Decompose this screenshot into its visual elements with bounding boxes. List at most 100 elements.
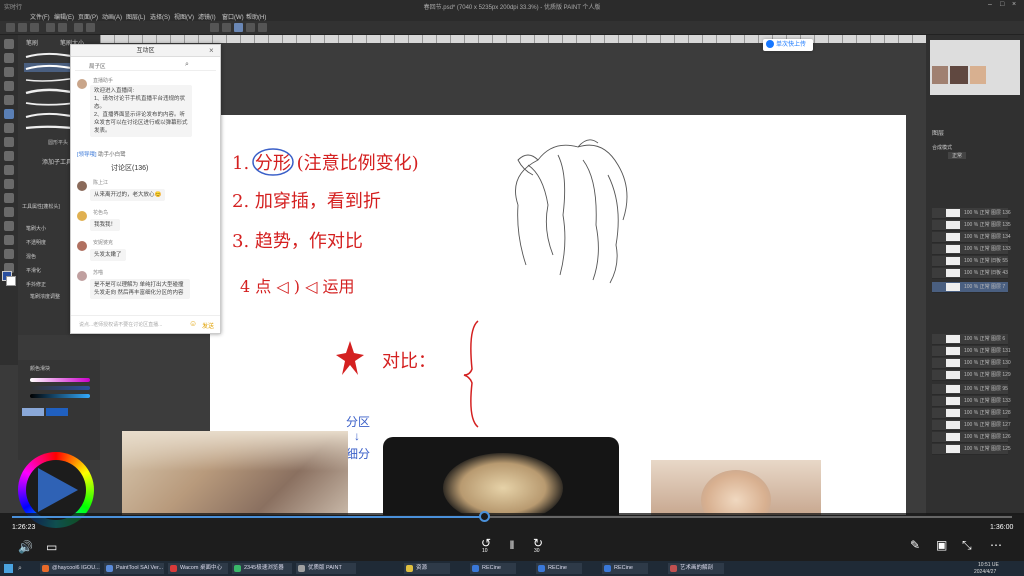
taskbar-item[interactable]: 艺术画的解剖 (668, 563, 724, 574)
blend-mode-select[interactable]: 正常 (948, 152, 967, 159)
menu-window[interactable]: 窗口(W) (222, 12, 244, 21)
taskbar-item[interactable]: 资源 (404, 563, 450, 574)
grid-snap-icon[interactable] (258, 23, 267, 32)
ruler-tick (730, 35, 731, 43)
chat-input[interactable]: 说点...老师授权请不要在讨论区直播... (79, 321, 162, 328)
layer-row[interactable]: 100 % 正常 图层 129 (932, 370, 1011, 381)
layer-row[interactable]: 100 % 正常 图层 130 (932, 358, 1011, 369)
undo-icon[interactable] (46, 23, 55, 32)
fullscreen-icon[interactable]: ⤡ (962, 538, 972, 553)
fill-tool-icon[interactable] (4, 193, 14, 203)
volume-icon[interactable]: 🔊 (18, 540, 33, 554)
layer-row[interactable]: 100 % 正常 图层 95 (932, 384, 1008, 395)
pen-tool-icon[interactable] (4, 109, 14, 119)
saturation-slider[interactable] (30, 386, 90, 390)
more-icon[interactable]: ⋯ (990, 538, 1002, 552)
new-file-icon[interactable] (6, 23, 15, 32)
layer-row[interactable]: 100 % 正常 图层 134 (932, 232, 1011, 243)
brush-tool-icon[interactable] (4, 137, 14, 147)
layer-row[interactable]: 100 % 正常 图层 125 (932, 444, 1011, 455)
layer-row[interactable]: 100 % 正常 图层 126 (932, 432, 1011, 443)
send-button[interactable]: 发送 (202, 321, 214, 330)
menu-edit[interactable]: 编辑(E) (54, 12, 74, 21)
fill-icon[interactable] (222, 23, 231, 32)
eyedropper-tool-icon[interactable] (4, 95, 14, 105)
layer-row[interactable]: 100 % 正常 图层 133 (932, 396, 1011, 407)
prev-color-swatch[interactable] (22, 408, 44, 416)
sub-color-swatch[interactable] (6, 276, 16, 286)
move-tool-icon[interactable] (4, 53, 14, 63)
layer-row[interactable]: 100 % 正常 图层 6 (932, 334, 1008, 345)
pip-icon[interactable]: ▣ (936, 538, 947, 552)
progress-knob[interactable] (479, 511, 490, 522)
airbrush-tool-icon[interactable] (4, 151, 14, 161)
layer-row[interactable]: 100 % 正常 图层 127 (932, 420, 1011, 431)
menu-page[interactable]: 页面(P) (78, 12, 98, 21)
menu-view[interactable]: 视图(V) (174, 12, 194, 21)
layer-row[interactable]: 100 % 正常 图层 136 (932, 208, 1011, 219)
zoom-tool-icon[interactable] (4, 39, 14, 49)
select-tool-icon[interactable] (4, 67, 14, 77)
search-icon[interactable]: ⌕ (18, 565, 22, 573)
layer-row[interactable]: 100 % 正常 旧板 43 (932, 268, 1008, 279)
gradient-tool-icon[interactable] (4, 207, 14, 217)
snap-icon[interactable] (234, 23, 243, 32)
redo-icon[interactable] (58, 23, 67, 32)
text-tool-icon[interactable] (4, 235, 14, 245)
transform-icon[interactable] (210, 23, 219, 32)
taskbar-item[interactable]: 优质版 PAINT (296, 563, 356, 574)
value-slider[interactable] (30, 394, 90, 398)
lasso-tool-icon[interactable] (4, 81, 14, 91)
ruler-snap-icon[interactable] (246, 23, 255, 32)
layer-row[interactable]: 100 % 正常 图层 128 (932, 408, 1011, 419)
layer-row[interactable]: 100 % 正常 图层 133 (932, 244, 1011, 255)
layer-row[interactable]: 100 % 正常 图层 131 (932, 346, 1011, 357)
taskbar-item[interactable]: 2345极速浏览器 (232, 563, 292, 574)
menu-animation[interactable]: 动画(A) (102, 12, 122, 21)
prop-size-label: 笔刷大小 (26, 226, 47, 232)
layer-row[interactable]: 100 % 正常 图层 135 (932, 220, 1011, 231)
hue-slider[interactable] (30, 378, 90, 382)
menu-filter[interactable]: 滤镜(I) (198, 12, 216, 21)
maximize-icon[interactable]: □ (1000, 1, 1004, 8)
upload-button[interactable]: 单次快上传 (763, 39, 813, 51)
navigator-preview[interactable] (930, 40, 1020, 95)
layer-row[interactable]: 100 % 正常 旧板 55 (932, 256, 1008, 267)
pen-icon[interactable]: ✎ (910, 538, 920, 552)
menu-layer[interactable]: 图层(L) (126, 12, 145, 21)
taskbar-item[interactable]: RECine (470, 563, 516, 574)
deselect-icon[interactable] (74, 23, 83, 32)
save-icon[interactable] (30, 23, 39, 32)
subtitle-icon[interactable]: ▭ (46, 540, 57, 554)
menu-select[interactable]: 选择(S) (150, 12, 170, 21)
close-icon[interactable]: × (1012, 1, 1016, 8)
minimize-icon[interactable]: – (988, 1, 992, 8)
drawing-canvas[interactable]: 1. 分形 (注意比例变化) 2. 加穿插，看到折 3. 趋势，作对比 4 点 … (122, 115, 906, 515)
ruler-tick (912, 35, 913, 43)
chat-message: 头发太嫩了 (90, 249, 126, 261)
taskbar-item[interactable]: Wacom 桌面中心 (168, 563, 228, 574)
color-triangle[interactable] (36, 466, 80, 514)
invert-selection-icon[interactable] (86, 23, 95, 32)
taskbar-item[interactable]: RECine (602, 563, 648, 574)
taskbar-item[interactable]: PaintTool SAI Ver... (104, 563, 164, 574)
layer-row-selected[interactable]: 100 % 正常 图层 7 (932, 282, 1008, 293)
pencil-tool-icon[interactable] (4, 123, 14, 133)
figure-tool-icon[interactable] (4, 221, 14, 231)
current-color-swatch[interactable] (46, 408, 68, 416)
menu-file[interactable]: 文件(F) (30, 12, 50, 21)
close-icon[interactable]: × (209, 46, 214, 55)
pause-icon[interactable]: ‖ (505, 538, 519, 552)
open-file-icon[interactable] (18, 23, 27, 32)
blend-tool-icon[interactable] (4, 179, 14, 189)
taskbar-item[interactable]: RECine (536, 563, 582, 574)
search-bar[interactable]: 局子区 ⌕ (75, 61, 216, 71)
add-subtool-button[interactable]: 添加子工具 (42, 157, 72, 166)
eraser-tool-icon[interactable] (4, 165, 14, 175)
taskbar-item[interactable]: @haycool6 IGOU... (40, 563, 100, 574)
start-icon[interactable] (4, 564, 13, 573)
subtool-tab-brush[interactable]: 笔刷 (26, 38, 38, 47)
emoji-icon[interactable]: ☺ (189, 319, 197, 328)
menu-help[interactable]: 帮助(H) (246, 12, 266, 21)
balloon-tool-icon[interactable] (4, 249, 14, 259)
